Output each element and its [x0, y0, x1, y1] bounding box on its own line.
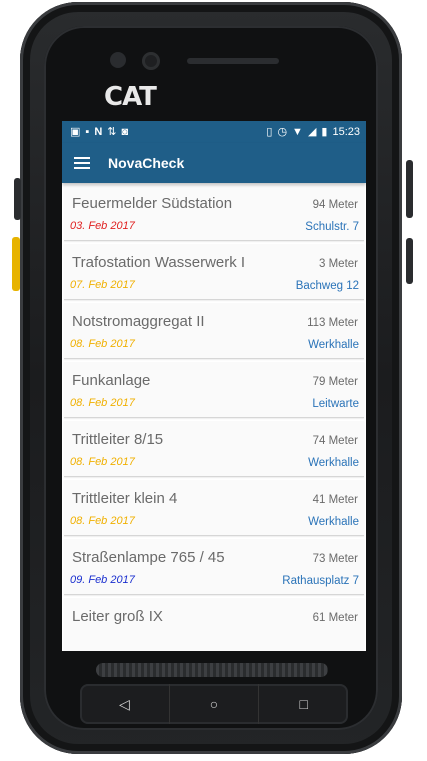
hamburger-menu-icon[interactable]	[74, 157, 90, 169]
battery-icon: ▮	[321, 125, 328, 138]
item-date: 08. Feb 2017	[70, 456, 135, 468]
item-distance: 3 Meter	[319, 258, 358, 270]
item-name: Funkanlage	[72, 372, 151, 389]
list-item[interactable]: Straßenlampe 765 / 45 09. Feb 2017 73 Me…	[64, 539, 364, 595]
image-icon: ▪	[85, 125, 90, 138]
inspection-list: Feuermelder Südstation 03. Feb 2017 94 M…	[62, 183, 366, 651]
item-name: Trittleiter 8/15	[72, 431, 164, 448]
back-button[interactable]: ◁	[80, 684, 170, 724]
list-item[interactable]: Trittleiter 8/15 08. Feb 2017 74 Meter W…	[64, 421, 364, 477]
list-item[interactable]: Leiter groß IX 61 Meter	[64, 598, 364, 651]
chat-icon: ◙	[121, 125, 129, 138]
right-power-button[interactable]	[406, 238, 413, 284]
n-icon: N	[94, 125, 103, 138]
item-location: Schulstr. 7	[305, 221, 359, 233]
screen: ▣ ▪ N ⇅ ◙ ▯ ◷ ▼ ◢ ▮ 15:23 NovaCheck Feue…	[62, 121, 366, 651]
wifi-icon: ▼	[292, 125, 303, 138]
item-distance: 94 Meter	[312, 199, 358, 211]
programmable-button[interactable]	[12, 237, 20, 291]
left-side-button-upper	[14, 178, 21, 220]
item-name: Trafostation Wasserwerk I	[72, 254, 246, 271]
item-distance: 61 Meter	[312, 612, 358, 624]
item-location: Bachweg 12	[295, 280, 359, 292]
status-time: 15:23	[332, 126, 360, 138]
item-name: Leiter groß IX	[72, 608, 163, 625]
proximity-sensor	[110, 52, 126, 68]
list-item[interactable]: Trafostation Wasserwerk I 07. Feb 2017 3…	[64, 244, 364, 300]
item-name: Notstromaggregat II	[72, 313, 205, 330]
item-date: 03. Feb 2017	[70, 220, 135, 232]
home-circle-icon: ○	[209, 696, 219, 712]
cell-signal-icon: ◢	[307, 125, 317, 138]
list-item[interactable]: Feuermelder Südstation 03. Feb 2017 94 M…	[64, 185, 364, 241]
item-location: Rathausplatz 7	[282, 575, 359, 587]
right-volume-button[interactable]	[406, 160, 413, 218]
list-item[interactable]: Notstromaggregat II 08. Feb 2017 113 Met…	[64, 303, 364, 359]
item-name: Feuermelder Südstation	[72, 195, 233, 212]
speaker-grille	[96, 663, 328, 677]
item-distance: 41 Meter	[312, 494, 358, 506]
vibrate-icon: ▯	[266, 125, 273, 138]
item-location: Werkhalle	[308, 516, 359, 528]
item-distance: 73 Meter	[312, 553, 358, 565]
photo-notification-icon: ▣	[70, 125, 81, 138]
list-item[interactable]: Funkanlage 08. Feb 2017 79 Meter Leitwar…	[64, 362, 364, 418]
hardware-nav-bar: ◁ ○ □	[80, 684, 348, 724]
item-date: 09. Feb 2017	[70, 574, 135, 586]
item-location: Leitwarte	[312, 398, 359, 410]
item-distance: 79 Meter	[312, 376, 358, 388]
brand-logo: CAT	[104, 82, 157, 112]
phone-lower-panel: ◁ ○ □	[62, 651, 366, 728]
front-camera	[142, 52, 160, 70]
recents-square-icon: □	[299, 696, 308, 712]
signal-arrows-icon: ⇅	[107, 125, 117, 138]
item-name: Trittleiter klein 4	[72, 490, 178, 507]
app-bar: NovaCheck	[62, 143, 366, 183]
item-location: Werkhalle	[308, 339, 359, 351]
app-title: NovaCheck	[108, 155, 185, 171]
alarm-icon: ◷	[277, 125, 288, 138]
list-item[interactable]: Trittleiter klein 4 08. Feb 2017 41 Mete…	[64, 480, 364, 536]
item-date: 07. Feb 2017	[70, 279, 135, 291]
earpiece-speaker	[187, 58, 279, 64]
item-date: 08. Feb 2017	[70, 338, 135, 350]
item-date: 08. Feb 2017	[70, 397, 135, 409]
item-name: Straßenlampe 765 / 45	[72, 549, 225, 566]
status-bar: ▣ ▪ N ⇅ ◙ ▯ ◷ ▼ ◢ ▮ 15:23	[62, 121, 366, 143]
home-button[interactable]: ○	[170, 684, 260, 724]
item-distance: 113 Meter	[307, 317, 358, 329]
back-triangle-icon: ◁	[118, 695, 130, 712]
item-date: 08. Feb 2017	[70, 515, 135, 527]
item-distance: 74 Meter	[312, 435, 358, 447]
item-location: Werkhalle	[308, 457, 359, 469]
recents-button[interactable]: □	[259, 684, 348, 724]
